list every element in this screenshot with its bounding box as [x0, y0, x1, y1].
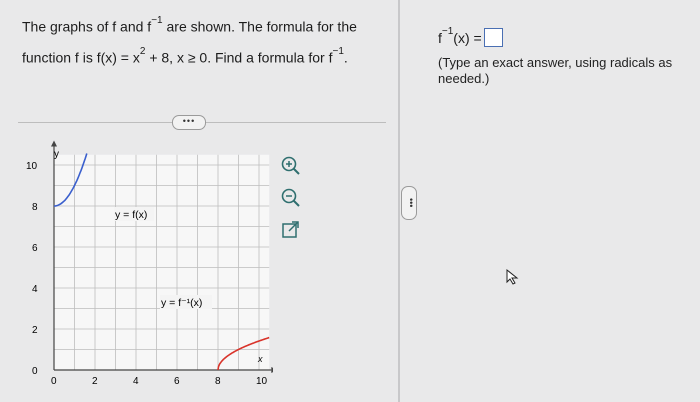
expand-more-button[interactable]: •••	[172, 115, 206, 130]
question-line-1: The graphs of f and f−1 are shown. The f…	[22, 15, 357, 35]
answer-hint: (Type an exact answer, using radicals as…	[438, 55, 673, 86]
answer-line: f−1(x) =	[438, 26, 503, 47]
graph-tools	[280, 155, 304, 251]
question-text: The graphs of f and f−1 are shown. The f…	[22, 10, 382, 71]
y-tick-label: 10	[26, 161, 38, 172]
x-tick-label: 6	[174, 376, 180, 387]
x-axis-label: x	[257, 354, 263, 364]
question-panel: The graphs of f and f−1 are shown. The f…	[0, 0, 398, 402]
question-line-2: function f is f(x) = x2 + 8, x ≥ 0. Find…	[22, 45, 348, 66]
y-axis-label: y	[54, 149, 59, 160]
y-tick-label: 0	[32, 366, 38, 377]
x-tick-label: 10	[256, 376, 268, 387]
x-tick-label: 4	[133, 376, 139, 387]
graph: 0 2 4 6 8 10 0 2 4 6 8 10 y = f(x) y = f⁻¹(x) y x	[26, 140, 273, 387]
zoom-out-icon[interactable]	[280, 187, 302, 209]
y-tick-label: 8	[32, 202, 38, 213]
y-tick-label: 6	[32, 243, 38, 254]
plot-area	[54, 154, 270, 370]
x-tick-label: 8	[215, 376, 221, 387]
y-tick-label: 4	[32, 284, 38, 295]
curve-finv-label: y = f⁻¹(x)	[161, 297, 202, 309]
x-axis-arrow	[271, 367, 273, 373]
curve-f-label: y = f(x)	[115, 209, 147, 221]
x-tick-label: 0	[51, 376, 57, 387]
y-tick-label: 2	[32, 325, 38, 336]
answer-input[interactable]	[483, 28, 503, 47]
popout-icon[interactable]	[280, 219, 302, 241]
graph-grid	[53, 154, 270, 371]
x-tick-label: 2	[92, 376, 98, 387]
zoom-in-icon[interactable]	[280, 155, 302, 177]
y-axis-arrow	[51, 140, 57, 147]
mouse-cursor-icon	[506, 268, 519, 285]
